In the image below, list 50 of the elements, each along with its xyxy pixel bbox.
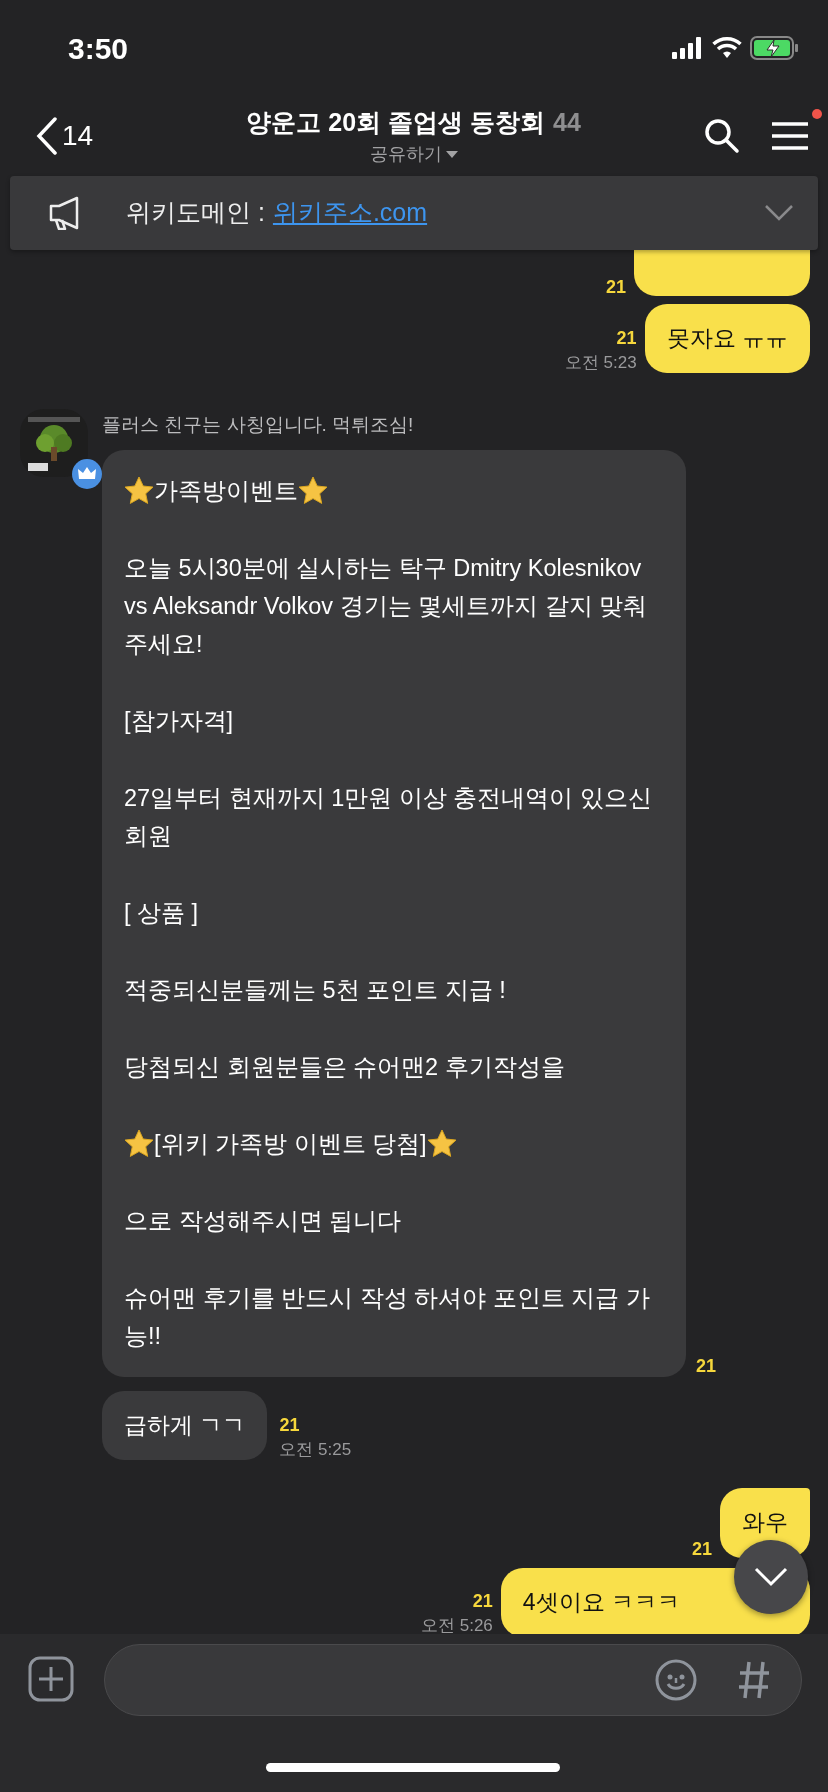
message-text: 적중되신분들께는 5천 포인트 지급 ! (124, 976, 507, 1006)
sender-name: 플러스 친구는 사칭입니다. 먹튀조심! (102, 413, 415, 438)
caret-icon (445, 150, 458, 159)
message-text: 27일부터 현재까지 1만원 이상 충전내역이 있으신 회원 (124, 783, 653, 851)
chevron-down-icon (764, 204, 794, 222)
message-time: 오전 5:23 (564, 352, 637, 374)
message-text: 으로 작성해주시면 됩니다 (124, 1207, 403, 1237)
message-bubble: 못자요 ㅠㅠ (644, 304, 810, 374)
message-time: 오전 5:25 (279, 1440, 352, 1461)
emoji-button[interactable] (655, 1659, 697, 1701)
battery-charging-icon (750, 36, 798, 60)
star-icon (124, 475, 154, 506)
menu-button[interactable] (770, 121, 810, 151)
chat-title: 양운고 20회 졸업생 동창회 (246, 106, 545, 138)
message-text: 당첨되신 회원분들은 슈어맨2 후기작성을 (124, 1053, 566, 1083)
notice-link[interactable]: 위키주소.com (272, 194, 428, 232)
star-icon (298, 475, 328, 506)
menu-icon (770, 121, 810, 151)
message-text: [참가자격] (124, 706, 235, 736)
message-text: [위키 가족방 이벤트 당첨] (154, 1130, 427, 1160)
message-text: 슈어맨 후기를 반드시 작성 하셔야 포인트 지급 가능!! (124, 1284, 651, 1352)
hashtag-icon[interactable] (737, 1660, 771, 1700)
message-bubble: 급하게 ㄱㄱ (102, 1391, 268, 1461)
unread-count: 21 (605, 278, 626, 296)
back-button[interactable]: 14 (36, 115, 94, 157)
unread-count: 21 (616, 328, 637, 347)
smiley-icon (655, 1659, 697, 1701)
signal-icon (672, 37, 704, 59)
back-icon (36, 117, 58, 155)
chevron-down-icon (754, 1567, 788, 1587)
star-icon (124, 1129, 154, 1160)
unread-count: 21 (691, 1539, 712, 1558)
notice-text: 위키도메인 : (126, 197, 265, 229)
search-icon (704, 118, 740, 154)
message-time: 오전 5:26 (421, 1616, 493, 1634)
unread-count: 21 (472, 1592, 493, 1611)
member-count: 44 (553, 106, 581, 138)
share-dropdown[interactable]: 공유하기 (369, 141, 458, 169)
status-time: 3:50 (68, 30, 129, 67)
plus-icon (28, 1656, 74, 1702)
message-text: 오늘 5시30분에 실시하는 탁구 Dmitry Kolesnikov vs Aleksandr Volkov 경기는 몇세트까지 갈지 맞춰주세요! (124, 553, 649, 659)
crown-badge-icon (72, 459, 102, 490)
unread-count: 21 (279, 1416, 300, 1435)
attach-button[interactable] (28, 1656, 74, 1702)
message-text: 가족방이벤트 (154, 476, 298, 506)
search-button[interactable] (704, 118, 740, 154)
wifi-icon (712, 37, 742, 59)
unread-count: 21 (696, 1357, 717, 1376)
message-text: [ 상품 ] (124, 899, 200, 928)
star-icon (426, 1129, 457, 1160)
